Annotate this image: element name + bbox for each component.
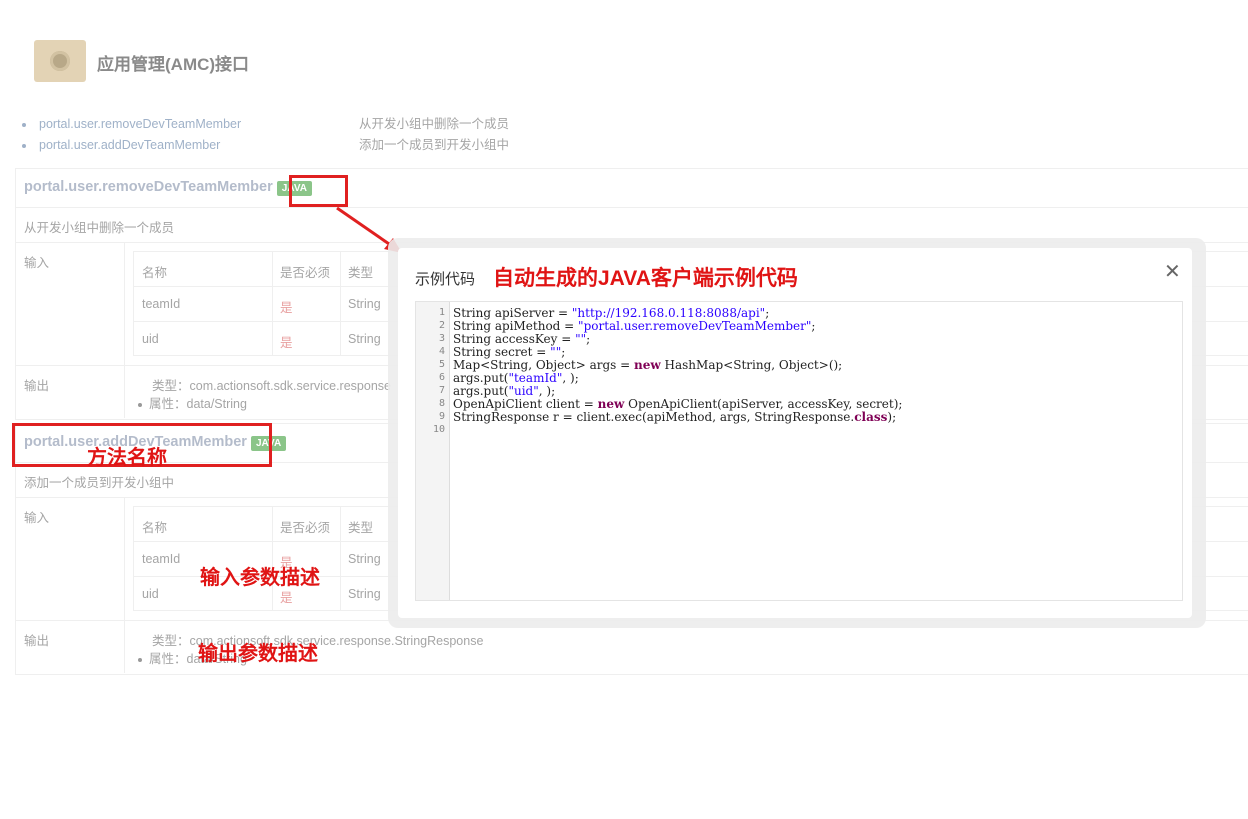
divider bbox=[340, 252, 341, 355]
annotation-method-name: 方法名称 bbox=[87, 447, 167, 469]
bullet-icon bbox=[22, 123, 26, 127]
bullet-icon bbox=[22, 144, 26, 148]
divider bbox=[272, 507, 273, 610]
line-gutter: 1 2 3 4 5 6 7 8 9 10 bbox=[416, 302, 450, 600]
bullet-icon bbox=[138, 657, 142, 662]
output-label: 输出 bbox=[24, 634, 50, 648]
app-logo bbox=[34, 40, 86, 82]
modal-title: 示例代码 bbox=[415, 270, 476, 288]
method-description: 从开发小组中删除一个成员 bbox=[24, 221, 175, 235]
code-line: StringResponse r = client.exec(apiMethod… bbox=[453, 410, 897, 424]
output-type: 类型：com.actionsoft.sdk.service.response bbox=[152, 379, 391, 393]
list-item: portal.user.removeDevTeamMember 从开发小组中删除… bbox=[20, 114, 620, 135]
annotation-modal: 自动生成的JAVA客户端示例代码 bbox=[493, 267, 798, 290]
close-icon[interactable]: ✕ bbox=[1164, 259, 1181, 284]
divider bbox=[15, 207, 1248, 208]
divider bbox=[340, 507, 341, 610]
method-link[interactable]: portal.user.removeDevTeamMember bbox=[39, 114, 241, 135]
method-title: portal.user.removeDevTeamMember JAVA bbox=[24, 179, 312, 196]
divider bbox=[272, 252, 273, 355]
page-title: 应用管理(AMC)接口 bbox=[97, 55, 250, 74]
code-editor[interactable]: 1 2 3 4 5 6 7 8 9 10 String apiServer = … bbox=[415, 301, 1183, 601]
list-item: 属性：data/String bbox=[138, 393, 247, 412]
method-link[interactable]: portal.user.addDevTeamMember bbox=[39, 135, 220, 156]
input-label: 输入 bbox=[24, 511, 50, 525]
output-attr: 属性：data/String bbox=[149, 397, 247, 411]
method-description: 添加一个成员到开发小组中 bbox=[24, 476, 175, 490]
divider bbox=[124, 497, 125, 673]
divider bbox=[124, 242, 125, 418]
input-label: 输入 bbox=[24, 256, 50, 270]
gear-icon bbox=[50, 51, 70, 71]
code-modal: 示例代码 自动生成的JAVA客户端示例代码 ✕ 1 2 3 4 5 6 7 8 … bbox=[398, 248, 1192, 618]
annotation-output: 输出参数描述 bbox=[198, 643, 318, 665]
output-label: 输出 bbox=[24, 379, 50, 393]
annotation-input: 输入参数描述 bbox=[200, 567, 320, 589]
method-summary: 从开发小组中删除一个成员 bbox=[359, 117, 510, 131]
list-item: portal.user.addDevTeamMember 添加一个成员到开发小组… bbox=[20, 135, 620, 156]
method-index: portal.user.removeDevTeamMember 从开发小组中删除… bbox=[20, 114, 620, 156]
bullet-icon bbox=[138, 402, 142, 407]
method-summary: 添加一个成员到开发小组中 bbox=[359, 138, 510, 152]
